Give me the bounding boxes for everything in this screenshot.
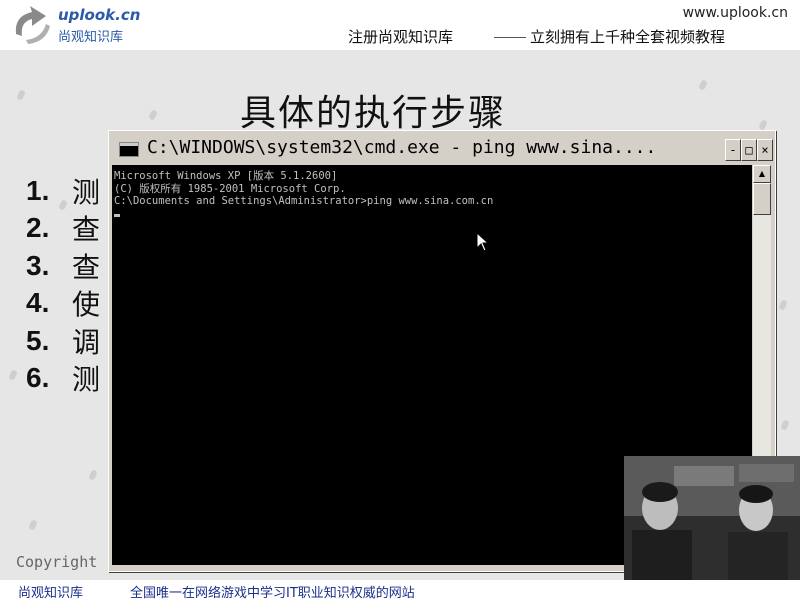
step-item: 1. 测 (26, 174, 101, 209)
webcam-presenters-image (624, 456, 800, 600)
close-button[interactable]: × (757, 139, 773, 161)
cmd-icon[interactable] (119, 142, 139, 157)
scroll-up-arrow-icon[interactable]: ▲ (753, 165, 771, 183)
step-item: 4. 使 (26, 287, 101, 322)
step-item: 3. 查 (26, 249, 101, 284)
footer: 尚观知识库 全国唯一在网络游戏中学习IT职业知识权威的网站 (0, 580, 800, 601)
mouse-pointer-icon (476, 232, 490, 252)
maximize-button[interactable]: □ (741, 139, 757, 161)
site-url: www.uplook.cn (682, 5, 788, 21)
copyright-text: Copyright (16, 553, 98, 571)
console-line (114, 208, 752, 221)
logo-subtitle: 尚观知识库 (58, 30, 124, 45)
step-item: 6. 测 (26, 362, 101, 397)
console-line: (C) 版权所有 1985-2001 Microsoft Corp. (114, 182, 346, 195)
scroll-thumb[interactable] (753, 183, 771, 215)
footer-brand: 尚观知识库 (18, 586, 84, 601)
footer-slogan: 全国唯一在网络游戏中学习IT职业知识权威的网站 (130, 586, 415, 601)
step-item: 2. 查 (26, 212, 101, 247)
header: uplook.cn 尚观知识库 www.uplook.cn 注册尚观知识库 立刻… (0, 0, 800, 50)
uplook-logo-icon (15, 6, 50, 44)
slogan-divider (494, 37, 526, 38)
text-cursor (114, 213, 120, 217)
webcam-video (624, 456, 800, 600)
console-line: C:\Documents and Settings\Administrator>… (114, 195, 494, 207)
step-item: 5. 调 (26, 324, 101, 359)
cmd-title: C:\WINDOWS\system32\cmd.exe - ping www.s… (147, 137, 657, 158)
console-line: Microsoft Windows XP [版本 5.1.2600] (114, 170, 338, 182)
slogan-left: 注册尚观知识库 (348, 28, 454, 46)
minimize-button[interactable]: - (725, 139, 741, 161)
logo-name: uplook.cn (58, 6, 141, 24)
steps-list: 1. 测 2. 查 3. 查 4. 使 5. 调 6. 测 (26, 172, 100, 397)
slogan-right: 立刻拥有上千种全套视频教程 (530, 28, 726, 46)
cmd-titlebar[interactable]: C:\WINDOWS\system32\cmd.exe - ping www.s… (111, 133, 773, 163)
slide-title: 具体的执行步骤 (240, 93, 507, 134)
